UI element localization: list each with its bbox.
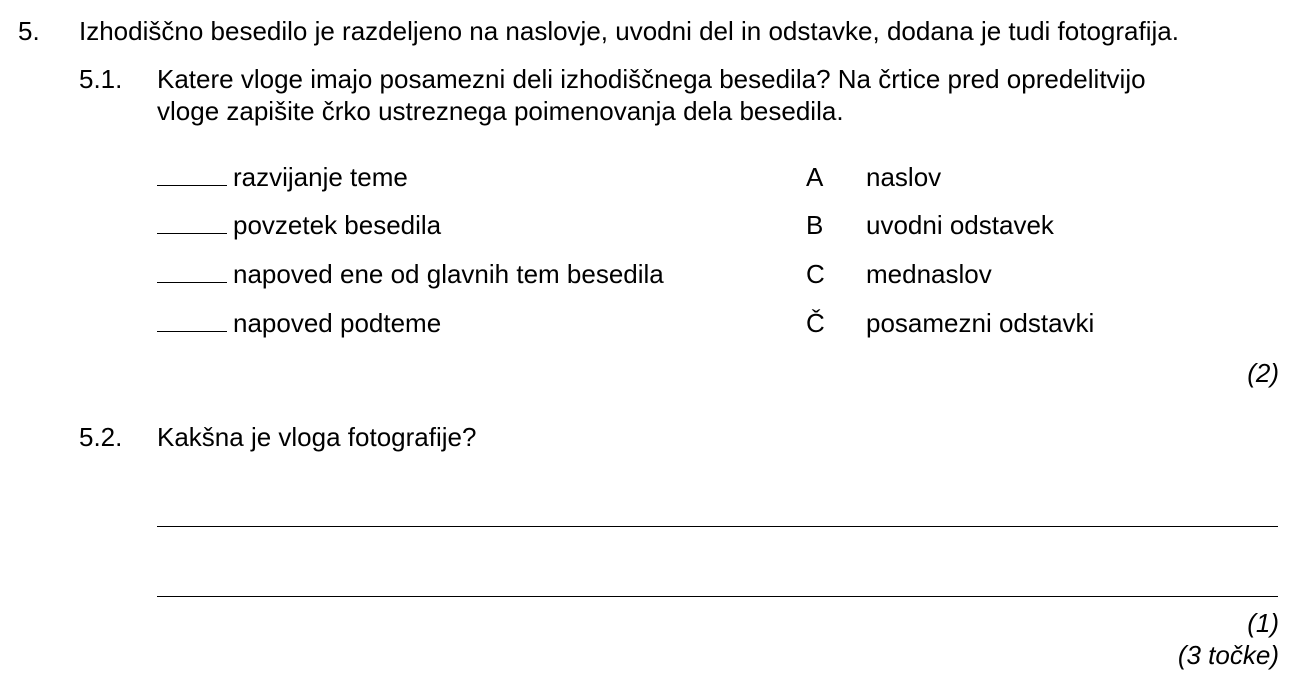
- option-letter: Č: [806, 308, 825, 338]
- subquestion-5-1-text-line1: Katere vloge imajo posamezni deli izhodi…: [157, 64, 1146, 94]
- option-label: posamezni odstavki: [866, 308, 1095, 338]
- role-label: razvijanje teme: [233, 162, 408, 192]
- points-5-2: (1): [1247, 608, 1279, 638]
- answer-line[interactable]: [157, 596, 1278, 597]
- answer-blank[interactable]: [157, 307, 227, 332]
- subquestion-5-2-text: Kakšna je vloga fotografije?: [157, 422, 477, 452]
- role-row: napoved podteme: [157, 307, 441, 339]
- option-letter: B: [806, 210, 824, 240]
- question-text: Izhodiščno besedilo je razdeljeno na nas…: [79, 16, 1179, 46]
- role-label: napoved ene od glavnih tem besedila: [233, 259, 664, 289]
- option-letter: A: [806, 162, 824, 192]
- role-row: napoved ene od glavnih tem besedila: [157, 258, 664, 290]
- answer-line[interactable]: [157, 526, 1278, 527]
- question-number: 5.: [18, 16, 40, 46]
- answer-blank[interactable]: [157, 258, 227, 283]
- subquestion-5-1-text-line2: vloge zapišite črko ustreznega poimenova…: [157, 96, 844, 126]
- subquestion-5-2-number: 5.2.: [79, 422, 123, 452]
- role-row: razvijanje teme: [157, 161, 408, 193]
- option-label: naslov: [866, 162, 942, 192]
- option-label: mednaslov: [866, 259, 992, 289]
- option-letter: C: [806, 259, 825, 289]
- subquestion-5-1-number: 5.1.: [79, 64, 123, 94]
- answer-blank[interactable]: [157, 161, 227, 186]
- role-label: povzetek besedila: [233, 210, 442, 240]
- option-label: uvodni odstavek: [866, 210, 1054, 240]
- answer-blank[interactable]: [157, 209, 227, 234]
- points-5-1: (2): [1247, 358, 1279, 388]
- role-row: povzetek besedila: [157, 209, 441, 241]
- role-label: napoved podteme: [233, 308, 442, 338]
- total-points: (3 točke): [1177, 640, 1279, 670]
